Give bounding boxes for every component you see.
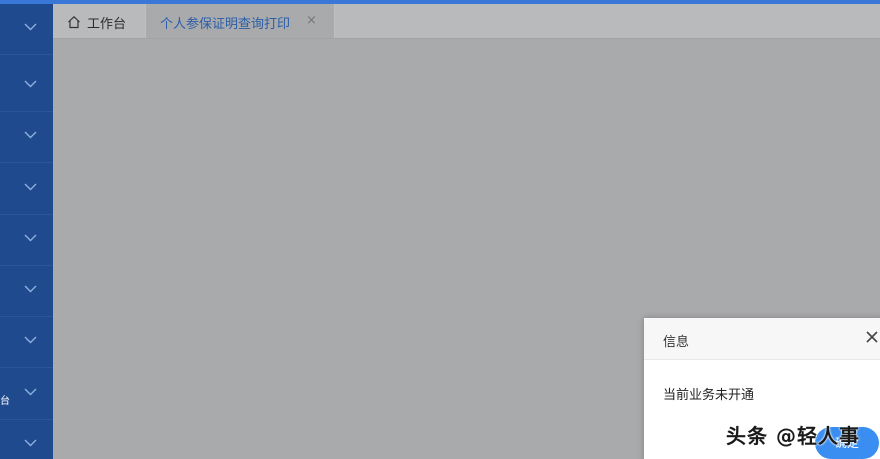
chevron-down-icon — [24, 131, 37, 139]
close-icon[interactable] — [864, 329, 880, 345]
chevron-down-icon — [24, 234, 37, 242]
sidebar-item[interactable] — [0, 317, 53, 368]
dialog-header: 信息 — [644, 318, 880, 360]
chevron-down-icon — [24, 439, 37, 447]
tab-home[interactable]: 工作台 — [67, 12, 126, 32]
chevron-down-icon — [24, 23, 37, 31]
sidebar: 台 — [0, 4, 53, 459]
home-icon — [68, 15, 80, 29]
chevron-down-icon — [24, 80, 37, 88]
chevron-down-icon — [24, 183, 37, 191]
tab-bar: 工作台 个人参保证明查询打印 × — [53, 4, 880, 39]
app-window: 台 工作台 个人参保证明查询打印 × 信息 当前业务未开通 确定 头条 @轻人事 — [0, 0, 880, 459]
sidebar-item[interactable] — [0, 4, 53, 55]
sidebar-item[interactable] — [0, 61, 53, 112]
chevron-down-icon — [24, 336, 37, 344]
dialog-title: 信息 — [663, 335, 690, 350]
tab-personal-insurance-certificate[interactable]: 个人参保证明查询打印 × — [145, 4, 335, 38]
sidebar-item[interactable] — [0, 420, 53, 459]
chevron-down-icon — [24, 388, 37, 396]
sidebar-item-label-fragment: 台 — [0, 396, 10, 407]
sidebar-item[interactable] — [0, 215, 53, 266]
sidebar-item[interactable] — [0, 266, 53, 317]
sidebar-item[interactable] — [0, 164, 53, 215]
sidebar-item[interactable] — [0, 112, 53, 163]
watermark: 头条 @轻人事 — [726, 424, 860, 448]
dialog-message: 当前业务未开通 — [663, 388, 755, 403]
tab-home-label: 工作台 — [87, 16, 127, 32]
tab-active-label: 个人参保证明查询打印 — [160, 17, 291, 32]
chevron-down-icon — [24, 285, 37, 293]
tab-close-icon[interactable]: × — [306, 14, 317, 28]
